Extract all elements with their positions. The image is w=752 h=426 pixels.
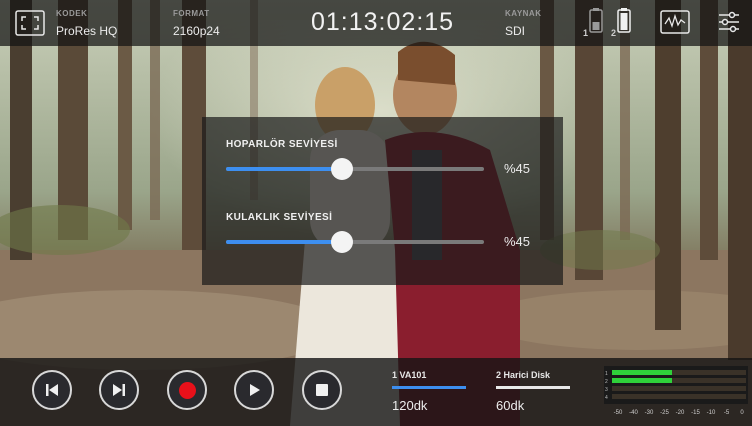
play-button[interactable] bbox=[234, 370, 274, 410]
source-value[interactable]: SDI bbox=[505, 24, 525, 38]
speaker-level-knob[interactable] bbox=[331, 158, 354, 180]
media-slot-1-time: 120dk bbox=[392, 398, 428, 413]
audio-level-panel: HOPARLÖR SEVİYESİ %45 KULAKLIK SEVİYESİ … bbox=[202, 117, 563, 285]
codec-value[interactable]: ProRes HQ bbox=[56, 24, 117, 38]
battery-2-label: 2 bbox=[611, 28, 617, 38]
speaker-level-fill bbox=[226, 167, 343, 171]
media-slot-1-name: 1 VA101 bbox=[392, 370, 427, 380]
codec-label: KODEK bbox=[56, 9, 88, 18]
record-icon bbox=[178, 381, 196, 399]
headphone-level-title: KULAKLIK SEVİYESİ bbox=[226, 212, 333, 223]
waveform-icon[interactable] bbox=[660, 10, 690, 39]
meter-scale-label: -25 bbox=[660, 410, 669, 416]
play-icon bbox=[250, 384, 260, 396]
media-slot-2-fill bbox=[496, 386, 570, 389]
meter-channel-label: 3 bbox=[605, 387, 608, 393]
meter-channel-label: 4 bbox=[605, 395, 608, 401]
record-button[interactable] bbox=[167, 370, 207, 410]
meter-channel-track bbox=[612, 394, 746, 399]
timecode-display: 01:13:02:15 bbox=[311, 8, 455, 36]
meter-scale-label: -50 bbox=[614, 410, 623, 416]
headphone-level-knob[interactable] bbox=[331, 231, 354, 253]
meter-channel-level bbox=[612, 370, 672, 375]
meter-scale-label: -5 bbox=[724, 410, 730, 416]
speaker-level-slider[interactable] bbox=[226, 158, 484, 180]
media-slot-2-bar bbox=[496, 386, 570, 389]
meter-scale-label: -30 bbox=[645, 410, 654, 416]
media-slot-1-bar bbox=[392, 386, 466, 389]
headphone-level-slider[interactable] bbox=[226, 231, 484, 253]
meter-channel-label: 1 bbox=[605, 371, 608, 377]
fullscreen-icon[interactable] bbox=[15, 10, 45, 41]
media-slot-1-fill bbox=[392, 386, 466, 389]
media-slot-2-name: 2 Harici Disk bbox=[496, 370, 551, 380]
speaker-level-title: HOPARLÖR SEVİYESİ bbox=[226, 139, 338, 150]
battery-status bbox=[582, 8, 638, 43]
format-label: FORMAT bbox=[173, 9, 210, 18]
audio-meter[interactable]: 1234 -50 -40 -30 -25 -20 -15 -10 -5 0 bbox=[604, 366, 748, 418]
skip-back-icon bbox=[46, 384, 58, 396]
stop-button[interactable] bbox=[302, 370, 342, 410]
media-slot-2-time: 60dk bbox=[496, 398, 525, 413]
skip-back-button[interactable] bbox=[32, 370, 72, 410]
meter-channel-level bbox=[612, 378, 672, 383]
meter-channel-label: 2 bbox=[605, 379, 608, 385]
battery-1-label: 1 bbox=[583, 28, 589, 38]
headphone-level-value: %45 bbox=[504, 234, 531, 249]
format-value[interactable]: 2160p24 bbox=[173, 24, 220, 38]
settings-sliders-icon[interactable] bbox=[717, 10, 741, 39]
headphone-level-fill bbox=[226, 240, 343, 244]
meter-channel-track bbox=[612, 386, 746, 391]
speaker-level-value: %45 bbox=[504, 161, 531, 176]
meter-scale-label: 0 bbox=[740, 410, 744, 416]
skip-forward-button[interactable] bbox=[99, 370, 139, 410]
meter-scale-label: -40 bbox=[629, 410, 638, 416]
meter-scale-label: -20 bbox=[676, 410, 685, 416]
monitor-screen: KODEK ProRes HQ FORMAT 2160p24 01:13:02:… bbox=[0, 0, 752, 426]
meter-scale-label: -15 bbox=[691, 410, 700, 416]
source-label: KAYNAK bbox=[505, 9, 542, 18]
meter-scale-label: -10 bbox=[707, 410, 716, 416]
skip-forward-icon bbox=[113, 384, 125, 396]
stop-icon bbox=[316, 384, 328, 396]
top-status-bar: KODEK ProRes HQ FORMAT 2160p24 01:13:02:… bbox=[0, 0, 752, 46]
